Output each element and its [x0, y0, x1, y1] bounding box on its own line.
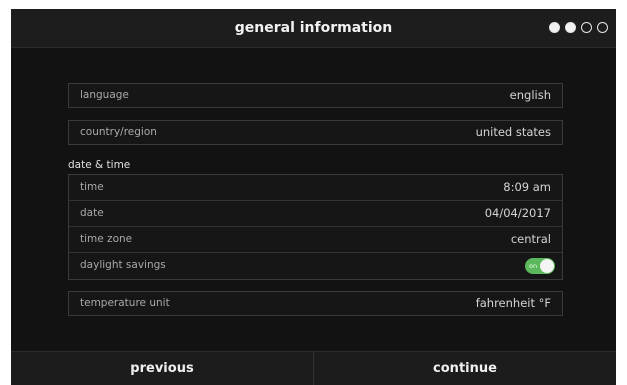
- toggle-on-text: on: [529, 262, 538, 270]
- time-zone-row[interactable]: time zone central: [69, 227, 562, 253]
- time-zone-value: central: [510, 232, 551, 246]
- language-value: english: [509, 88, 551, 102]
- toggle-knob: [540, 259, 554, 273]
- country-value: united states: [475, 125, 551, 139]
- date-time-section-label: date & time: [68, 159, 131, 171]
- time-row[interactable]: time 8:09 am: [69, 175, 562, 201]
- previous-button[interactable]: previous: [11, 352, 313, 385]
- date-value: 04/04/2017: [484, 206, 551, 220]
- time-value: 8:09 am: [503, 180, 551, 194]
- step-dot-empty-icon: [581, 22, 592, 33]
- page-title: general information: [234, 20, 393, 36]
- continue-button[interactable]: continue: [313, 352, 616, 385]
- temperature-unit-label: temperature unit: [80, 297, 170, 309]
- daylight-savings-label: daylight savings: [80, 259, 166, 271]
- country-row[interactable]: country/region united states: [68, 120, 563, 145]
- language-row[interactable]: language english: [68, 83, 563, 108]
- temperature-unit-row[interactable]: temperature unit fahrenheit °F: [68, 291, 563, 316]
- date-row[interactable]: date 04/04/2017: [69, 201, 562, 227]
- country-label: country/region: [80, 126, 157, 138]
- header-bar: general information: [11, 9, 616, 48]
- step-dot-filled-icon: [549, 22, 560, 33]
- time-label: time: [80, 181, 104, 193]
- date-label: date: [80, 207, 104, 219]
- time-zone-label: time zone: [80, 233, 133, 245]
- daylight-savings-row: daylight savings on: [69, 253, 562, 279]
- date-time-group: time 8:09 am date 04/04/2017 time zone c…: [68, 174, 563, 280]
- footer-bar: previous continue: [11, 351, 616, 385]
- language-label: language: [80, 89, 129, 101]
- step-dot-empty-icon: [597, 22, 608, 33]
- progress-dots: [549, 22, 608, 34]
- step-dot-filled-icon: [565, 22, 576, 33]
- daylight-savings-toggle[interactable]: on: [525, 258, 555, 274]
- setup-screen: general information language english cou…: [11, 9, 616, 385]
- temperature-unit-value: fahrenheit °F: [475, 296, 551, 310]
